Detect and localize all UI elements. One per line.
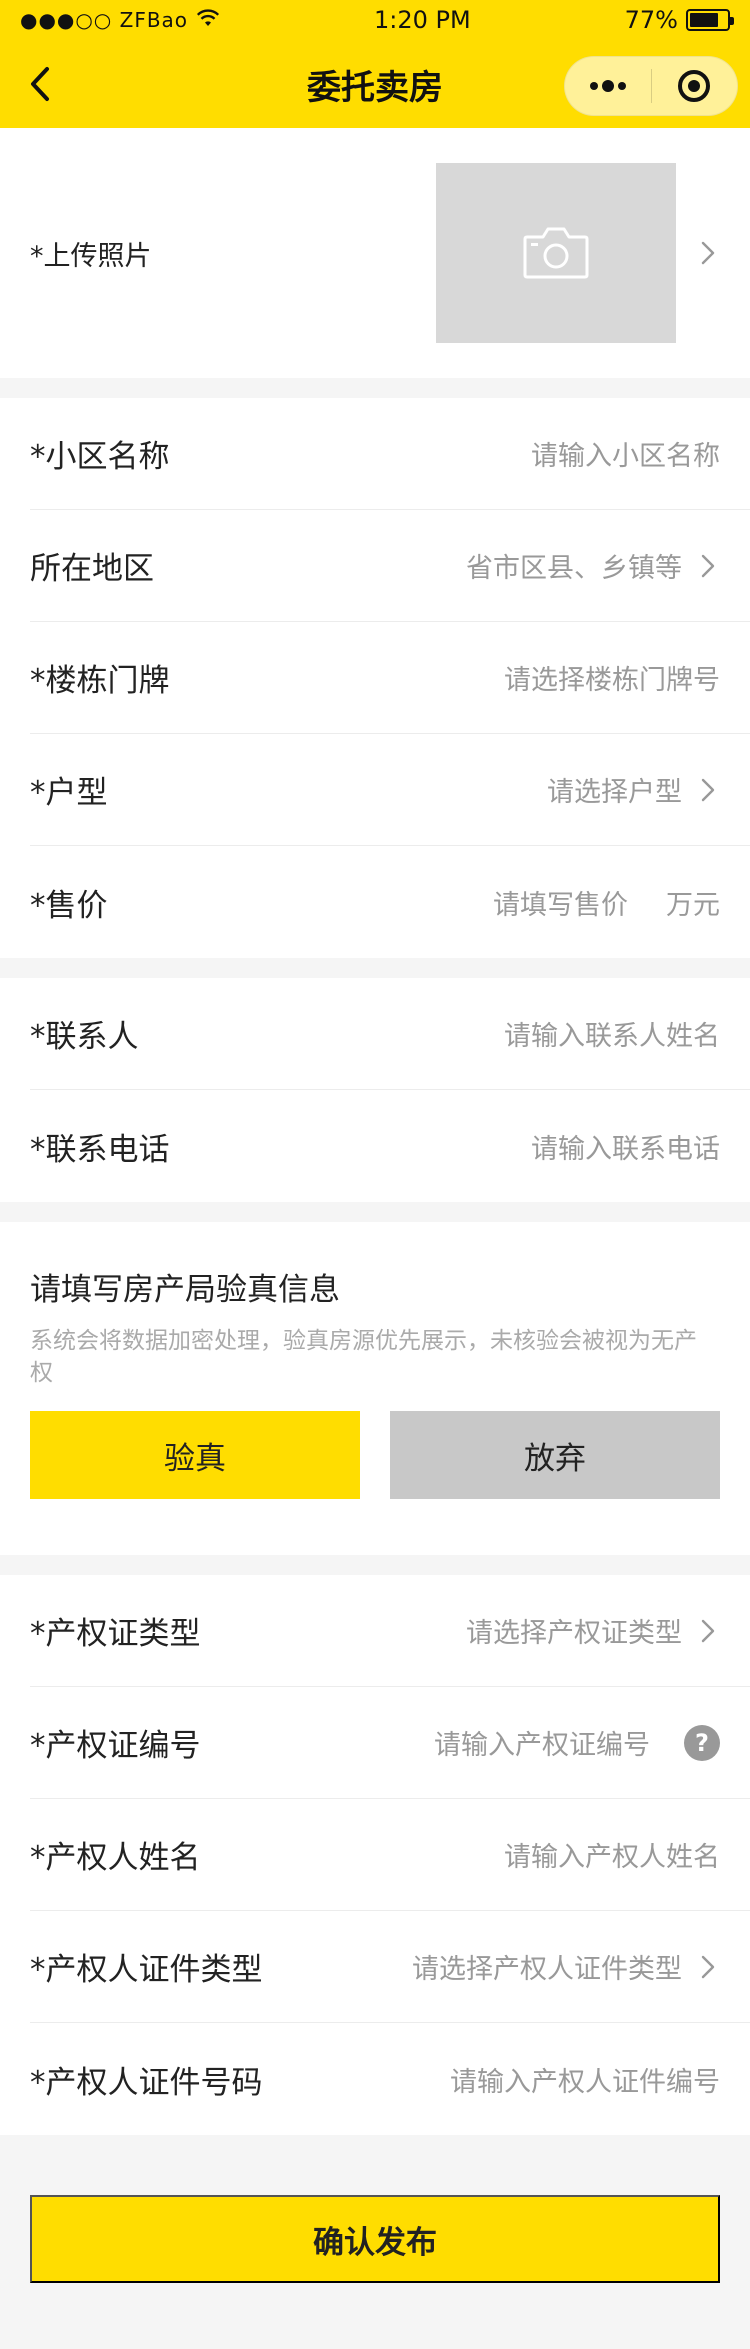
building-row[interactable]: *楼栋门牌 请选择楼栋门牌号 (30, 622, 750, 734)
chevron-left-icon (31, 67, 49, 101)
building-select[interactable]: 请选择楼栋门牌号 (170, 658, 720, 697)
owner-id-type-label: *产权人证件类型 (30, 1952, 263, 1988)
owner-name-input[interactable]: 请输入产权人姓名 (201, 1835, 720, 1874)
owner-id-type-select[interactable]: 请选择产权人证件类型 (263, 1947, 682, 1986)
property-section: *产权证类型 请选择产权证类型 *产权证编号 请输入产权证编号 ? *产权人姓名… (0, 1575, 750, 2135)
give-up-button[interactable]: 放弃 (390, 1411, 720, 1499)
region-label: 所在地区 (30, 551, 154, 587)
contact-name-input[interactable]: 请输入联系人姓名 (139, 1014, 720, 1053)
community-name-label: *小区名称 (30, 439, 170, 475)
owner-id-number-label: *产权人证件号码 (30, 2064, 263, 2101)
photo-section: *上传照片 (0, 128, 750, 378)
status-bar: ●●●○○ ZFBao 1:20 PM 77% (0, 0, 750, 40)
contact-section: *联系人 请输入联系人姓名 *联系电话 请输入联系电话 (0, 978, 750, 1202)
price-unit: 万元 (666, 889, 720, 921)
nav-bar: 委托卖房 (0, 40, 750, 128)
basic-info-section: *小区名称 请输入小区名称 所在地区 省市区县、乡镇等 *楼栋门牌 请选择楼栋门… (0, 398, 750, 958)
verify-description: 系统会将数据加密处理，验真房源优先展示，未核验会被视为无产权 (30, 1328, 697, 1386)
back-button[interactable] (18, 62, 62, 106)
photo-upload-box[interactable] (436, 163, 676, 343)
owner-id-number-input[interactable]: 请输入产权人证件编号 (263, 2060, 720, 2099)
region-right: 省市区县、乡镇等 (154, 546, 720, 585)
chevron-right-icon (696, 1955, 720, 1979)
confirm-publish-button[interactable]: 确认发布 (30, 2195, 720, 2283)
chevron-right-icon (696, 778, 720, 802)
contact-phone-row[interactable]: *联系电话 请输入联系电话 (30, 1090, 750, 1202)
layout-select[interactable]: 请选择户型 (108, 770, 682, 809)
community-name-row[interactable]: *小区名称 请输入小区名称 (30, 398, 750, 510)
price-right: 请填写售价 万元 (108, 883, 720, 922)
status-left: ●●●○○ ZFBao (20, 8, 220, 33)
target-circle-icon (678, 70, 711, 102)
layout-label: *户型 (30, 775, 108, 811)
building-right: 请选择楼栋门牌号 (170, 658, 720, 697)
owner-name-label: *产权人姓名 (30, 1840, 201, 1876)
community-name-right: 请输入小区名称 (170, 434, 720, 473)
contact-phone-input[interactable]: 请输入联系电话 (170, 1127, 720, 1166)
building-label: *楼栋门牌 (30, 663, 170, 699)
certificate-number-label: *产权证编号 (30, 1728, 201, 1764)
contact-phone-right: 请输入联系电话 (170, 1127, 720, 1166)
community-name-input[interactable]: 请输入小区名称 (170, 434, 720, 473)
chevron-right-icon (696, 241, 720, 265)
more-button[interactable] (565, 57, 651, 115)
certificate-type-row[interactable]: *产权证类型 请选择产权证类型 (30, 1575, 750, 1687)
chevron-right-icon (696, 554, 720, 578)
upload-photo-label: *上传照片 (30, 240, 152, 272)
owner-name-right: 请输入产权人姓名 (201, 1835, 720, 1874)
status-right: 77% (624, 6, 734, 34)
owner-name-row[interactable]: *产权人姓名 请输入产权人姓名 (30, 1799, 750, 1911)
verify-title: 请填写房产局验真信息 (30, 1272, 340, 1308)
price-row[interactable]: *售价 请填写售价 万元 (30, 846, 750, 958)
upload-photo-row[interactable]: *上传照片 (0, 128, 750, 378)
certificate-number-input[interactable]: 请输入产权证编号 (201, 1723, 650, 1762)
verify-button[interactable]: 验真 (30, 1411, 360, 1499)
battery-icon (685, 9, 734, 31)
owner-id-number-right: 请输入产权人证件编号 (263, 2060, 720, 2099)
owner-id-type-right: 请选择产权人证件类型 (263, 1947, 721, 1986)
verify-buttons: 验真 放弃 (30, 1411, 720, 1499)
certificate-type-select[interactable]: 请选择产权证类型 (201, 1611, 682, 1650)
carrier-label: ●●●○○ ZFBao (20, 8, 189, 32)
page-title: 委托卖房 (307, 67, 443, 108)
bottom-area: 确认发布 (0, 2135, 750, 2283)
contact-name-right: 请输入联系人姓名 (139, 1014, 720, 1053)
certificate-type-label: *产权证类型 (30, 1616, 201, 1652)
status-time: 1:20 PM (373, 6, 471, 34)
price-input[interactable]: 请填写售价 (108, 883, 628, 922)
battery-tip (729, 17, 734, 25)
price-label: *售价 (30, 887, 108, 924)
wifi-icon (196, 8, 220, 33)
battery-percent: 77% (624, 6, 678, 34)
certificate-number-right: 请输入产权证编号 ? (201, 1723, 720, 1762)
mini-program-capsule (564, 56, 738, 116)
help-icon[interactable]: ? (684, 1724, 720, 1761)
certificate-type-right: 请选择产权证类型 (201, 1611, 721, 1650)
contact-name-row[interactable]: *联系人 请输入联系人姓名 (30, 978, 750, 1090)
chevron-right-icon (696, 1619, 720, 1643)
region-select[interactable]: 省市区县、乡镇等 (154, 546, 682, 585)
close-program-button[interactable] (652, 57, 738, 115)
camera-icon (523, 227, 589, 279)
battery-fill (689, 13, 718, 27)
more-dots-icon (589, 80, 626, 92)
region-row[interactable]: 所在地区 省市区县、乡镇等 (30, 510, 750, 622)
layout-right: 请选择户型 (108, 770, 721, 809)
layout-row[interactable]: *户型 请选择户型 (30, 734, 750, 846)
verify-section: 请填写房产局验真信息 系统会将数据加密处理，验真房源优先展示，未核验会被视为无产… (0, 1222, 750, 1555)
contact-name-label: *联系人 (30, 1019, 139, 1055)
certificate-number-row[interactable]: *产权证编号 请输入产权证编号 ? (30, 1687, 750, 1799)
contact-phone-label: *联系电话 (30, 1131, 170, 1168)
owner-id-type-row[interactable]: *产权人证件类型 请选择产权人证件类型 (30, 1911, 750, 2023)
owner-id-number-row[interactable]: *产权人证件号码 请输入产权人证件编号 (30, 2023, 750, 2135)
